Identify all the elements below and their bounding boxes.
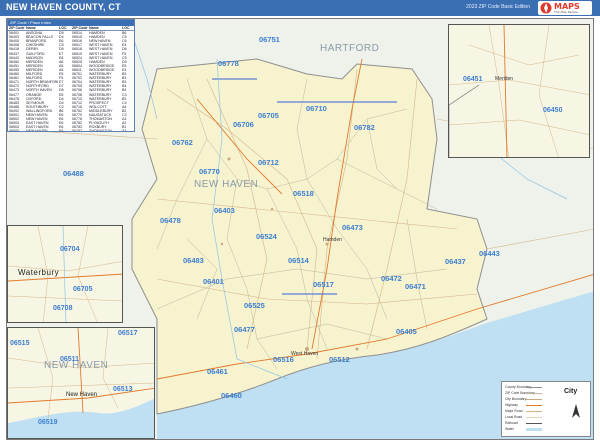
map-page: NEW HAVEN COUNTY, CT 2023 ZIP Code Basic… <box>0 0 600 442</box>
legend-swatch <box>526 393 542 394</box>
zip-label[interactable]: 06437 <box>445 257 466 266</box>
table-cell: THOMASTON <box>89 129 112 132</box>
meriden-inset-map <box>449 25 589 157</box>
new-haven-inset-map <box>8 328 154 438</box>
legend-item: Water <box>505 427 514 431</box>
legend-swatch <box>526 428 542 431</box>
table-cell: 06787 <box>72 129 82 132</box>
zip-label[interactable]: 06710 <box>306 104 327 113</box>
zip-label[interactable]: 06478 <box>160 216 181 225</box>
legend-item: Highway <box>505 403 519 407</box>
new-haven-place-label: New Haven <box>66 392 98 398</box>
zip-label[interactable]: 06403 <box>214 206 235 215</box>
logo-tagline: The Map People <box>554 10 578 14</box>
zip-label[interactable]: 06518 <box>293 189 314 198</box>
zip-label[interactable]: 06516 <box>273 355 294 364</box>
zip-label[interactable]: 06514 <box>288 256 309 265</box>
inset-zip-label[interactable]: 06519 <box>38 419 57 426</box>
inset-zip-label[interactable]: 06704 <box>60 246 79 253</box>
column-header: LOC <box>59 26 67 30</box>
waterbury-inset[interactable]: Waterbury 06704 06705 06708 <box>7 225 123 323</box>
inset-zip-label[interactable]: 06450 <box>543 107 562 114</box>
inset-zip-label[interactable]: 06708 <box>53 305 72 312</box>
map-canvas[interactable]: NEW HAVEN HARTFORD Hamden West Haven 067… <box>6 18 594 440</box>
county-name-label: NEW HAVEN <box>194 179 259 190</box>
zip-label[interactable]: 06512 <box>329 355 350 364</box>
column-header: Name <box>26 26 36 30</box>
legend-swatch <box>526 423 542 424</box>
table-cell: A3 <box>122 129 127 132</box>
zip-label[interactable]: 06472 <box>381 274 402 283</box>
zip-label[interactable]: 06401 <box>203 277 224 286</box>
edition-subtitle: 2023 ZIP Code Basic Edition <box>466 4 530 10</box>
zip-label[interactable]: 06705 <box>258 111 279 120</box>
legend-swatch <box>526 387 542 388</box>
zip-index-rows: 06401 ANSONIA D5 06514 HAMDEN B6 06403 BEACON F… <box>8 31 134 132</box>
zip-label[interactable]: 06443 <box>479 249 500 258</box>
zip-label[interactable]: 06477 <box>234 325 255 334</box>
hartford-label: HARTFORD <box>320 43 380 54</box>
table-row: 06505 NEW HAVEN E6 06787 THOMASTON A3 <box>8 129 134 132</box>
column-header: ZIP Code <box>72 26 88 30</box>
publisher-logo: MAPS The Map People <box>538 1 592 15</box>
legend-swatch <box>526 417 542 418</box>
map-title: NEW HAVEN COUNTY, CT <box>6 2 121 12</box>
zip-label[interactable]: 06782 <box>354 123 375 132</box>
zip-label[interactable]: 06405 <box>396 327 417 336</box>
zip-label[interactable]: 06471 <box>405 282 426 291</box>
title-bar: NEW HAVEN COUNTY, CT 2023 ZIP Code Basic… <box>0 0 600 16</box>
table-cell: NEW HAVEN <box>26 129 48 132</box>
map-legend: County Boundary ZIP Code Boundary City B… <box>501 381 591 437</box>
north-arrow-icon <box>572 404 580 418</box>
inset-zip-label[interactable]: 06517 <box>118 330 137 337</box>
hamden-place-label: Hamden <box>323 237 342 243</box>
inset-zip-label[interactable]: 06451 <box>463 76 482 83</box>
table-cell: 06505 <box>9 129 19 132</box>
inset-zip-label[interactable]: 06515 <box>10 340 29 347</box>
inset-zip-label[interactable]: 06705 <box>73 286 92 293</box>
zip-label[interactable]: 06483 <box>183 256 204 265</box>
zip-label[interactable]: 06712 <box>258 158 279 167</box>
zip-label[interactable]: 06524 <box>256 232 277 241</box>
column-header: Name <box>89 26 99 30</box>
table-cell: E6 <box>59 129 64 132</box>
zip-label[interactable]: 06751 <box>259 35 280 44</box>
zip-label[interactable]: 06461 <box>207 367 228 376</box>
meriden-inset[interactable]: Meriden 06451 06450 <box>448 24 590 158</box>
legend-item: Major Road <box>505 409 523 413</box>
zip-label[interactable]: 06473 <box>342 223 363 232</box>
legend-item: Railroad <box>505 421 518 425</box>
zip-label[interactable]: 06762 <box>172 138 193 147</box>
legend-item: City Boundary <box>505 397 527 401</box>
new-haven-inset[interactable]: NEW HAVEN New Haven 06515 06517 06511 06… <box>7 327 155 439</box>
zip-label[interactable]: 06770 <box>199 167 220 176</box>
zip-label[interactable]: 06460 <box>221 391 242 400</box>
zip-label[interactable]: 06517 <box>313 280 334 289</box>
zip-index-table: ZIP Code / Place Index ZIP Code Name LOC… <box>7 19 135 132</box>
inset-zip-label[interactable]: 06511 <box>60 356 79 363</box>
column-header: LOC <box>122 26 130 30</box>
logo-compass-icon <box>540 2 552 14</box>
meriden-place-label: Meriden <box>495 76 514 82</box>
inset-zip-label[interactable]: 06513 <box>113 386 132 393</box>
column-header: ZIP Code <box>9 26 25 30</box>
west-haven-place-label: West Haven <box>291 351 319 357</box>
zip-label[interactable]: 06706 <box>233 120 254 129</box>
legend-swatch <box>526 405 542 406</box>
waterbury-place-label: Waterbury <box>18 268 60 277</box>
zip-label[interactable]: 06525 <box>244 301 265 310</box>
legend-city-symbol: City <box>564 388 578 395</box>
legend-item: Local Road <box>505 415 523 419</box>
zip-label[interactable]: 06778 <box>218 59 239 68</box>
legend-swatch <box>526 399 542 400</box>
zip-label[interactable]: 06488 <box>63 169 84 178</box>
legend-swatch <box>526 411 542 412</box>
